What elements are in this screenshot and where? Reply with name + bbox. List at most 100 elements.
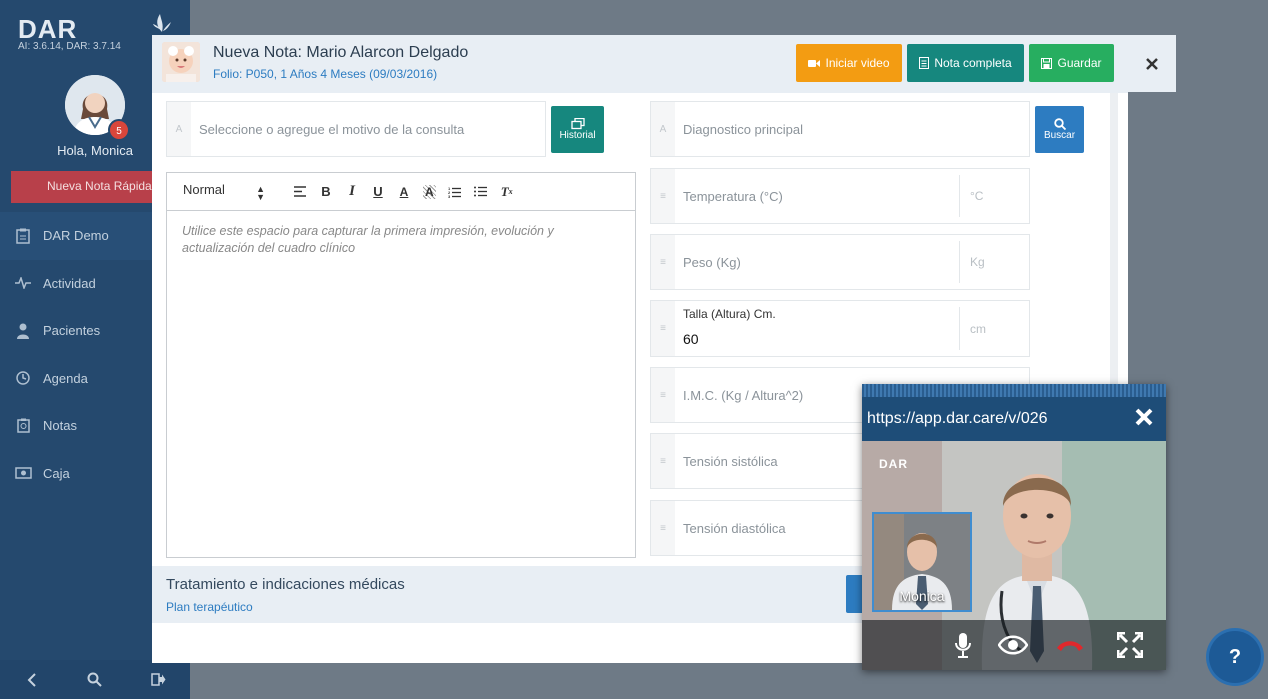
main-diagnosis-placeholder: Diagnostico principal — [683, 122, 803, 137]
treatment-title: Tratamiento e indicaciones médicas — [166, 576, 405, 593]
svg-text:3: 3 — [448, 194, 451, 198]
start-video-label: Iniciar video — [825, 56, 890, 70]
italic-icon[interactable]: I — [339, 183, 365, 200]
local-video-preview[interactable]: Monica — [872, 512, 972, 612]
video-drag-handle[interactable] — [862, 384, 1166, 397]
weight-unit: Kg — [959, 241, 1029, 283]
clock-icon — [14, 370, 32, 386]
sidebar-item-pacientes[interactable]: Pacientes — [0, 307, 152, 355]
temperature-input[interactable]: ≡ Temperatura (°C) °C — [650, 168, 1030, 224]
remote-video-feed: DAR Monica — [862, 441, 1166, 670]
height-unit: cm — [959, 307, 1029, 350]
search-button[interactable]: Buscar — [1035, 106, 1084, 153]
video-call-window[interactable]: https://app.dar.care/v/026 DAR Monica — [862, 384, 1166, 670]
close-video-icon[interactable] — [1134, 407, 1154, 432]
video-controls — [862, 620, 1166, 670]
history-button[interactable]: Historial — [551, 106, 604, 153]
search-icon[interactable] — [63, 672, 126, 687]
full-note-label: Nota completa — [934, 56, 1012, 70]
temperature-unit: °C — [959, 175, 1029, 217]
height-value: 60 — [683, 331, 699, 347]
sidebar-nav: DAR Demo Actividad Pacientes Agenda Nota… — [0, 212, 152, 497]
height-label: Talla (Altura) Cm. — [683, 307, 776, 321]
patient-photo — [162, 42, 200, 82]
history-label: Historial — [559, 130, 596, 141]
notification-badge[interactable]: 5 — [108, 119, 130, 141]
sidebar-item-actividad[interactable]: Actividad — [0, 260, 152, 308]
format-select-value: Normal — [183, 182, 225, 197]
list-icon: ≡ — [651, 169, 675, 223]
video-camera-icon — [808, 59, 821, 67]
consult-reason-input[interactable]: A Seleccione o agregue el motivo de la c… — [166, 101, 546, 157]
version-info: AI: 3.6.14, DAR: 3.7.14 — [18, 41, 121, 52]
sidebar-item-label: Caja — [43, 465, 70, 481]
video-url: https://app.dar.care/v/026 — [867, 410, 1048, 427]
document-icon — [919, 57, 930, 69]
save-button[interactable]: Guardar — [1029, 44, 1114, 82]
eye-icon[interactable] — [988, 635, 1038, 655]
treatment-plan-link[interactable]: Plan terapéutico — [166, 600, 253, 614]
ordered-list-icon[interactable]: 123 — [442, 186, 468, 198]
align-icon[interactable] — [287, 186, 313, 197]
cash-icon — [14, 465, 32, 481]
pulse-icon — [14, 275, 32, 291]
sidebar-item-label: DAR Demo — [43, 228, 109, 244]
video-title-bar: https://app.dar.care/v/026 — [862, 397, 1166, 441]
search-icon — [1053, 118, 1066, 130]
sidebar-item-dar-demo[interactable]: DAR Demo — [0, 212, 152, 260]
start-video-button[interactable]: Iniciar video — [796, 44, 902, 82]
list-icon: ≡ — [651, 434, 675, 488]
history-icon — [570, 118, 585, 130]
text-field-icon: A — [651, 102, 675, 156]
list-icon: ≡ — [651, 368, 675, 422]
sidebar-item-notas[interactable]: Notas — [0, 402, 152, 450]
hang-up-icon[interactable] — [1048, 638, 1092, 652]
select-arrows-icon: ▲ ▼ — [256, 184, 265, 202]
note-title: Nueva Nota: Mario Alarcon Delgado — [213, 44, 469, 61]
microphone-icon[interactable] — [944, 632, 982, 658]
underline-icon[interactable]: U — [365, 184, 391, 199]
logout-icon[interactable] — [127, 673, 190, 686]
sidebar-item-agenda[interactable]: Agenda — [0, 355, 152, 403]
list-icon: ≡ — [651, 301, 675, 356]
temperature-placeholder: Temperatura (°C) — [683, 189, 783, 204]
clipboard-icon — [14, 228, 32, 244]
consult-reason-placeholder: Seleccione o agregue el motivo de la con… — [199, 122, 465, 137]
local-participant-name: Monica — [899, 588, 945, 604]
sidebar-item-label: Actividad — [43, 275, 96, 291]
patient-folio[interactable]: Folio: P050, 1 Años 4 Meses (09/03/2016) — [213, 67, 437, 81]
chevron-left-icon[interactable] — [0, 672, 63, 687]
fullscreen-icon[interactable] — [1108, 632, 1152, 658]
close-icon — [1146, 57, 1158, 70]
editor-placeholder[interactable]: Utilice este espacio para capturar la pr… — [167, 211, 635, 269]
sidebar-item-caja[interactable]: Caja — [0, 450, 152, 498]
sidebar-item-label: Notas — [43, 418, 77, 434]
close-modal-button[interactable] — [1128, 35, 1176, 92]
clinical-notes-editor: Normal ▲ ▼ B I U A A 123 Tx Utilice este … — [166, 172, 636, 558]
floppy-disk-icon — [1041, 57, 1053, 69]
highlight-icon[interactable]: A — [423, 184, 436, 199]
main-diagnosis-input[interactable]: A Diagnostico principal — [650, 101, 1030, 157]
video-brand: DAR — [879, 457, 908, 471]
text-color-icon[interactable]: A — [391, 185, 417, 199]
help-button[interactable]: ? — [1209, 631, 1261, 683]
full-note-button[interactable]: Nota completa — [907, 44, 1024, 82]
clear-format-icon[interactable]: Tx — [494, 184, 520, 200]
weight-input[interactable]: ≡ Peso (Kg) Kg — [650, 234, 1030, 290]
modal-header: Nueva Nota: Mario Alarcon Delgado Folio:… — [152, 35, 1128, 93]
quick-note-button[interactable]: Nueva Nota Rápida — [11, 171, 161, 203]
bmi-placeholder: I.M.C. (Kg / Altura^2) — [683, 388, 804, 403]
save-label: Guardar — [1057, 56, 1102, 70]
format-select[interactable]: Normal ▲ ▼ — [183, 182, 273, 202]
search-label: Buscar — [1043, 130, 1076, 141]
editor-toolbar: Normal ▲ ▼ B I U A A 123 Tx — [167, 173, 635, 211]
systolic-placeholder: Tensión sistólica — [683, 454, 778, 469]
bold-icon[interactable]: B — [313, 184, 339, 199]
bullet-list-icon[interactable] — [468, 186, 494, 197]
list-icon: ≡ — [651, 235, 675, 289]
weight-placeholder: Peso (Kg) — [683, 255, 741, 270]
user-icon — [14, 323, 32, 339]
height-input[interactable]: ≡ Talla (Altura) Cm. 60 cm — [650, 300, 1030, 357]
list-icon: ≡ — [651, 501, 675, 555]
notes-icon — [14, 418, 32, 434]
